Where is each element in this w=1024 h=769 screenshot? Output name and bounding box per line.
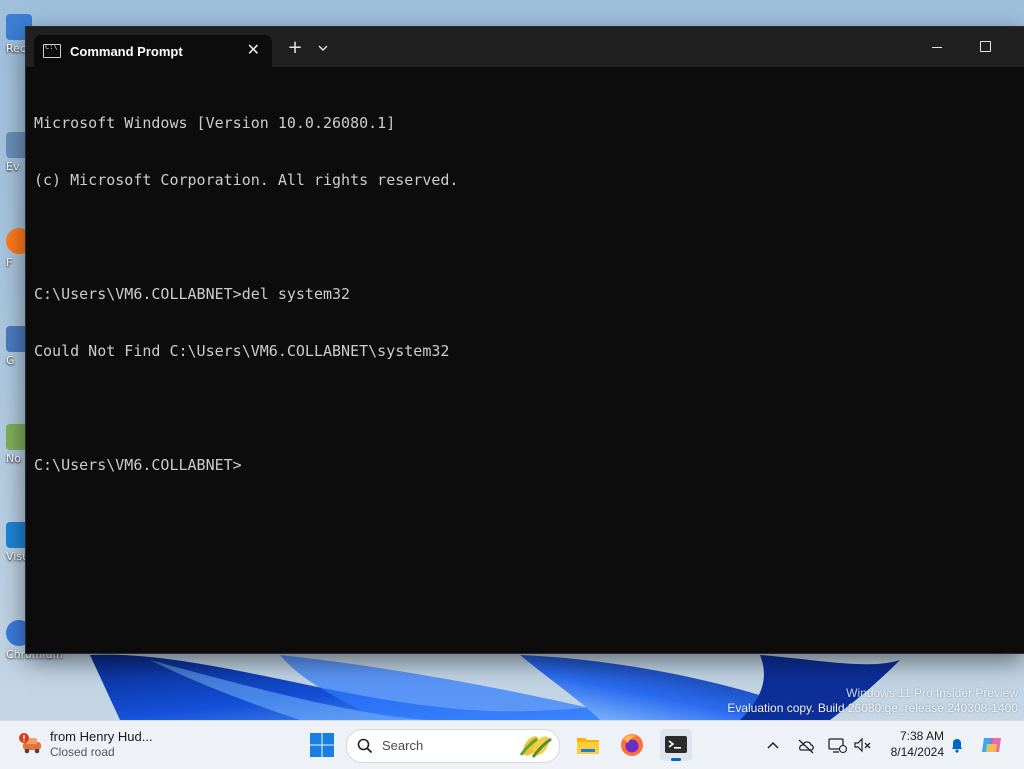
file-explorer-icon	[577, 738, 599, 754]
console-line: Microsoft Windows [Version 10.0.26080.1]	[34, 114, 396, 132]
desktop-icon-label: No	[6, 452, 21, 465]
terminal-icon	[665, 736, 687, 753]
evaluation-watermark: Windows 11 Pro Insider Preview Evaluatio…	[727, 686, 1018, 716]
clock-date: 8/14/2024	[890, 745, 944, 759]
console-line: (c) Microsoft Corporation. All rights re…	[34, 171, 459, 189]
volume-muted-icon[interactable]	[852, 734, 872, 756]
widget-subtitle: Closed road	[50, 745, 115, 759]
tab-title: Command Prompt	[70, 43, 183, 59]
taskbar: from Henry Hud... Closed road Search 7:3…	[0, 720, 1024, 769]
title-bar[interactable]: Command Prompt ✕ +	[26, 27, 1024, 67]
active-indicator	[671, 758, 681, 761]
firefox-icon	[621, 734, 643, 756]
start-button[interactable]	[306, 729, 338, 761]
chevron-down-icon[interactable]	[316, 41, 330, 55]
clock[interactable]: 7:38 AM 8/14/2024	[880, 728, 944, 760]
console-line: Could Not Find C:\Users\VM6.COLLABNET\sy…	[34, 342, 450, 360]
console-output[interactable]: Microsoft Windows [Version 10.0.26080.1]…	[34, 76, 1016, 645]
weather-widget[interactable]: from Henry Hud... Closed road	[14, 727, 214, 763]
copilot-icon[interactable]	[980, 734, 1004, 756]
search-label: Search	[382, 738, 424, 753]
tab-command-prompt[interactable]: Command Prompt ✕	[34, 35, 272, 67]
clock-time: 7:38 AM	[899, 729, 944, 743]
desktop-icon-label: Ev	[6, 160, 20, 173]
watermark-line-1: Windows 11 Pro Insider Preview	[846, 686, 1018, 700]
notification-bell-icon[interactable]	[948, 734, 966, 756]
widget-title: from Henry Hud...	[50, 729, 153, 744]
console-prompt: C:\Users\VM6.COLLABNET>	[34, 456, 242, 474]
file-explorer-button[interactable]	[572, 729, 604, 761]
close-tab-icon[interactable]: ✕	[247, 41, 260, 59]
desktop-icon-label: F	[6, 256, 13, 269]
cmd-icon	[43, 43, 61, 58]
search-box[interactable]: Search	[346, 729, 560, 763]
search-icon	[357, 738, 373, 754]
terminal-button[interactable]	[660, 729, 692, 761]
console-line: C:\Users\VM6.COLLABNET>del system32	[34, 285, 351, 303]
windows-start-icon	[310, 733, 334, 757]
onedrive-icon[interactable]	[796, 734, 816, 756]
chevron-up-icon[interactable]	[764, 734, 782, 756]
watermark-line-2: Evaluation copy. Build 26080.ge_release.…	[727, 701, 1018, 715]
minimize-button[interactable]	[928, 37, 948, 57]
network-icon[interactable]	[826, 734, 848, 756]
terminal-window: Command Prompt ✕ + Microsoft Windows [Ve…	[26, 27, 1024, 653]
desktop-icon-label: Rec	[6, 42, 26, 55]
traffic-alert-icon	[19, 733, 41, 754]
firefox-button[interactable]	[616, 729, 648, 761]
desktop-icon-label: G	[6, 354, 15, 367]
new-tab-button[interactable]: +	[286, 38, 304, 58]
search-highlight-icon	[519, 736, 552, 758]
maximize-button[interactable]	[976, 37, 996, 57]
